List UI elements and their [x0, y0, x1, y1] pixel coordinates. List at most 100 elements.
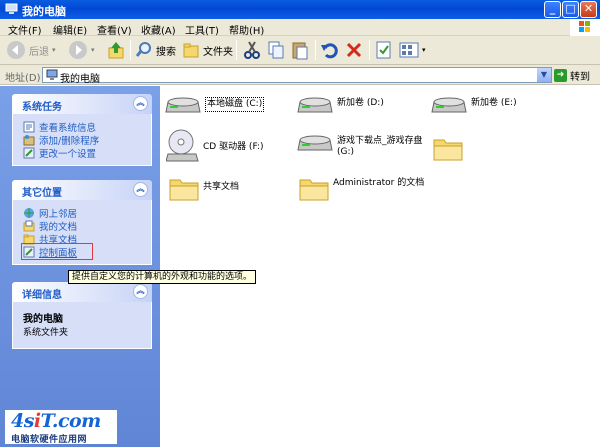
watermark-logo-accent: i — [33, 410, 41, 432]
menu-edit[interactable]: 编辑(E) — [53, 22, 87, 37]
place-label: 网上邻居 — [39, 208, 78, 220]
cd-drive-f[interactable]: CD 驱动器 (F:) — [166, 128, 263, 164]
watermark-logo-main: 4s — [11, 410, 34, 432]
control-panel-icon — [23, 147, 35, 158]
search-label: 搜索 — [156, 46, 176, 58]
menu-file[interactable]: 文件(F) — [8, 22, 42, 37]
menu-help[interactable]: 帮助(H) — [229, 22, 264, 37]
address-input[interactable]: 我的电脑 ▼ — [42, 67, 552, 85]
chevron-down-icon: ▾ — [52, 46, 56, 54]
paste-button[interactable] — [291, 39, 309, 61]
menu-view[interactable]: 查看(V) — [97, 22, 132, 37]
add-remove-programs-icon — [23, 134, 35, 145]
details-panel: 详细信息 ︽ 我的电脑 系统文件夹 — [12, 282, 152, 349]
drive-d[interactable]: 新加卷 (D:) — [296, 94, 384, 118]
windows-logo — [570, 19, 600, 36]
network-icon — [24, 207, 34, 218]
title-bar[interactable]: 我的电脑 _ □ ✕ — [0, 0, 600, 19]
toolbar-separator — [315, 40, 316, 60]
task-view-system-info[interactable]: 查看系统信息 — [23, 120, 151, 134]
properties-icon — [376, 41, 391, 59]
drive-e[interactable]: 新加卷 (E:) — [430, 94, 517, 118]
watermark-logo-text: 4siT.com — [11, 410, 101, 432]
details-header[interactable]: 详细信息 ︽ — [12, 282, 152, 302]
properties-button[interactable] — [375, 39, 393, 61]
address-dropdown-button[interactable]: ▼ — [537, 68, 551, 82]
undo-button[interactable] — [320, 39, 340, 61]
task-add-remove-programs[interactable]: 添加/删除程序 — [23, 133, 151, 147]
my-computer-icon — [46, 69, 58, 80]
item-label: 共享文档 — [203, 182, 240, 192]
minimize-button[interactable]: _ — [544, 1, 561, 18]
go-label: 转到 — [570, 71, 590, 83]
delete-x-icon — [346, 42, 362, 58]
cd-drive-icon — [166, 129, 199, 162]
address-value: 我的电脑 — [60, 74, 100, 85]
drive-g[interactable]: 游戏下载点_游戏存盘 (G:) — [296, 132, 429, 158]
system-tasks-header[interactable]: 系统任务 ︽ — [12, 94, 152, 114]
item-label: CD 驱动器 (F:) — [203, 142, 264, 152]
item-label: 本地磁盘 (C:) — [205, 97, 265, 112]
back-button[interactable]: 后退 ▾ — [6, 39, 56, 61]
forward-arrow-icon — [69, 41, 87, 59]
control-panel-icon — [23, 246, 35, 257]
up-folder-button[interactable] — [106, 39, 126, 61]
address-label: 地址(D) — [5, 73, 41, 84]
folder-icon — [169, 179, 199, 201]
place-label: 我的文档 — [39, 221, 78, 233]
task-label: 查看系统信息 — [39, 122, 97, 134]
task-pane: 系统任务 ︽ 查看系统信息 添加/删除程序 更改一个设置 其它位置 ︽ 网上邻居… — [0, 86, 160, 447]
place-control-panel[interactable]: 控制面板 — [21, 243, 93, 260]
item-label: 新加卷 (D:) — [337, 98, 384, 108]
collapse-up-icon[interactable]: ︽ — [133, 182, 148, 197]
other-places-panel: 其它位置 ︽ 网上邻居 我的文档 共享文档 控制面板 — [12, 180, 152, 265]
other-places-body: 网上邻居 我的文档 共享文档 控制面板 — [12, 200, 152, 265]
maximize-button[interactable]: □ — [562, 1, 579, 18]
site-watermark-logo: 4siT.com 电脑软硬件应用网 — [5, 410, 117, 445]
folders-icon — [183, 43, 199, 58]
unnamed-folder[interactable] — [432, 134, 464, 162]
place-label: 控制面板 — [39, 247, 78, 259]
place-shared-documents[interactable]: 共享文档 — [23, 232, 151, 246]
place-network-neighborhood[interactable]: 网上邻居 — [23, 206, 151, 220]
item-label: Administrator 的文档 — [333, 178, 425, 188]
hard-drive-icon — [165, 97, 201, 113]
my-documents-icon — [23, 220, 35, 231]
go-button[interactable]: ➜ 转到 — [554, 67, 590, 83]
other-places-header[interactable]: 其它位置 ︽ — [12, 180, 152, 200]
cut-button[interactable] — [243, 39, 261, 61]
paste-icon — [292, 42, 308, 60]
copy-icon — [268, 41, 284, 59]
delete-button[interactable] — [345, 39, 363, 61]
toolbar-separator — [369, 40, 370, 60]
administrator-documents-folder[interactable]: Administrator 的文档 — [298, 174, 429, 202]
views-button[interactable]: ▾ — [399, 39, 426, 61]
task-change-setting[interactable]: 更改一个设置 — [23, 146, 151, 160]
collapse-up-icon[interactable]: ︽ — [133, 284, 148, 299]
item-label: 新加卷 (E:) — [471, 98, 517, 108]
file-view: 本地磁盘 (C:) 新加卷 (D:) 新加卷 (E:) CD 驱动器 (F:) … — [160, 86, 600, 447]
place-my-documents[interactable]: 我的文档 — [23, 219, 151, 233]
views-icon — [399, 42, 419, 58]
shared-documents-folder[interactable]: 共享文档 — [168, 174, 239, 202]
item-label: 游戏下载点_游戏存盘 (G:) — [337, 136, 423, 157]
my-computer-icon — [5, 3, 18, 14]
back-arrow-icon — [7, 41, 25, 59]
menu-favorites[interactable]: 收藏(A) — [141, 22, 176, 37]
menu-bar: 文件(F) 编辑(E) 查看(V) 收藏(A) 工具(T) 帮助(H) — [0, 19, 600, 37]
chevron-down-icon: ▾ — [422, 46, 426, 54]
folders-button[interactable]: 文件夹 — [182, 39, 233, 61]
copy-button[interactable] — [267, 39, 285, 61]
menu-tools[interactable]: 工具(T) — [185, 22, 219, 37]
search-icon — [135, 42, 151, 57]
toolbar-separator — [130, 40, 131, 60]
forward-button[interactable]: ▾ — [68, 39, 95, 61]
up-folder-icon — [108, 42, 124, 59]
search-button[interactable]: 搜索 — [135, 39, 176, 61]
hard-drive-icon — [297, 135, 333, 151]
drive-c[interactable]: 本地磁盘 (C:) — [164, 94, 265, 118]
collapse-up-icon[interactable]: ︽ — [133, 96, 148, 111]
shared-folder-icon — [23, 234, 35, 244]
folder-icon — [299, 179, 329, 201]
close-button[interactable]: ✕ — [580, 1, 597, 18]
